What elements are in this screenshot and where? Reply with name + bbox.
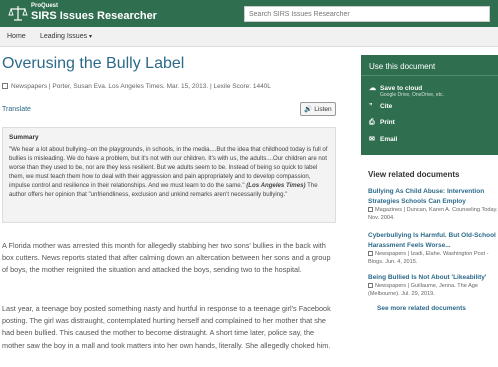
article-meta: Newspapers | Porter, Susan Eva. Los Ange… <box>2 83 271 90</box>
save-sub: Google Drive, OneDrive, etc. <box>380 92 444 98</box>
article-meta-text: Newspapers | Porter, Susan Eva. Los Ange… <box>11 83 271 90</box>
related-meta-3: Newspapers | Guillaume, Jenna. The Age (… <box>368 283 498 298</box>
quote-icon: ” <box>369 103 373 110</box>
related-title-3[interactable]: Being Bullied Is Not About 'Likeability' <box>368 273 498 283</box>
newspaper-icon <box>368 283 373 288</box>
summary-source: (Los Angeles Times) <box>246 181 306 189</box>
print-button[interactable]: ⎙ Print <box>369 119 395 127</box>
related-meta-2-text: Newspapers | Izadi, Elahe. Washington Po… <box>368 251 489 265</box>
speaker-icon: 🔊 <box>304 106 313 113</box>
newspaper-icon <box>368 251 373 256</box>
email-label: Email <box>380 136 398 143</box>
top-bar: ProQuest SIRS Issues Researcher <box>0 0 498 27</box>
save-label: Save to cloud <box>380 85 423 92</box>
related-meta-1-text: Magazines | Duncan, Karen A. Counseling … <box>368 207 498 221</box>
scales-logo-icon[interactable] <box>8 4 28 22</box>
related-title-1[interactable]: Bullying As Child Abuse: Intervention St… <box>368 187 498 207</box>
article-paragraph-2: Last year, a teenage boy posted somethin… <box>2 304 331 350</box>
related-meta-3-text: Newspapers | Guillaume, Jenna. The Age (… <box>368 283 479 297</box>
cite-label: Cite <box>380 103 393 110</box>
main-nav: Home Leading Issues ▾ <box>0 27 498 47</box>
summary-box: Summary "We hear a lot about bullying--o… <box>2 127 336 223</box>
brand-small: ProQuest <box>31 3 59 9</box>
summary-heading: Summary <box>9 134 39 141</box>
related-meta-1: Magazines | Duncan, Karen A. Counseling … <box>368 207 498 222</box>
nav-leading-issues-label: Leading Issues <box>40 33 88 40</box>
brand-title[interactable]: SIRS Issues Researcher <box>31 10 157 22</box>
printer-icon: ⎙ <box>369 119 375 126</box>
divider <box>361 75 498 76</box>
listen-label: Listen <box>314 106 332 113</box>
page-title: Overusing the Bully Label <box>2 55 185 72</box>
nav-leading-issues[interactable]: Leading Issues ▾ <box>40 33 92 40</box>
newspaper-icon <box>368 207 373 212</box>
nav-home[interactable]: Home <box>7 33 26 40</box>
article-paragraph-1: A Florida mother was arrested this month… <box>2 241 331 275</box>
summary-text: "We hear a lot about bullying--on the pl… <box>9 146 329 199</box>
print-label: Print <box>380 119 395 126</box>
see-more-related-link[interactable]: See more related documents <box>377 305 466 312</box>
related-meta-2: Newspapers | Izadi, Elahe. Washington Po… <box>368 251 498 266</box>
save-to-cloud-button[interactable]: ☁ Save to cloud <box>369 84 422 92</box>
use-document-panel: Use this document ☁ Save to cloud Google … <box>361 55 498 155</box>
cloud-icon: ☁ <box>369 85 376 92</box>
newspaper-icon <box>2 83 8 89</box>
envelope-icon: ✉ <box>369 136 375 143</box>
use-document-heading: Use this document <box>369 62 436 71</box>
related-title-2[interactable]: Cyberbullying Is Harmful. But Old-School… <box>368 231 498 251</box>
translate-link[interactable]: Translate <box>2 106 31 113</box>
email-button[interactable]: ✉ Email <box>369 135 397 143</box>
chevron-down-icon: ▾ <box>89 34 93 40</box>
listen-button[interactable]: 🔊 Listen <box>300 102 336 116</box>
search-input[interactable] <box>244 6 490 22</box>
related-heading: View related documents <box>368 170 460 179</box>
cite-button[interactable]: ” Cite <box>369 103 392 110</box>
